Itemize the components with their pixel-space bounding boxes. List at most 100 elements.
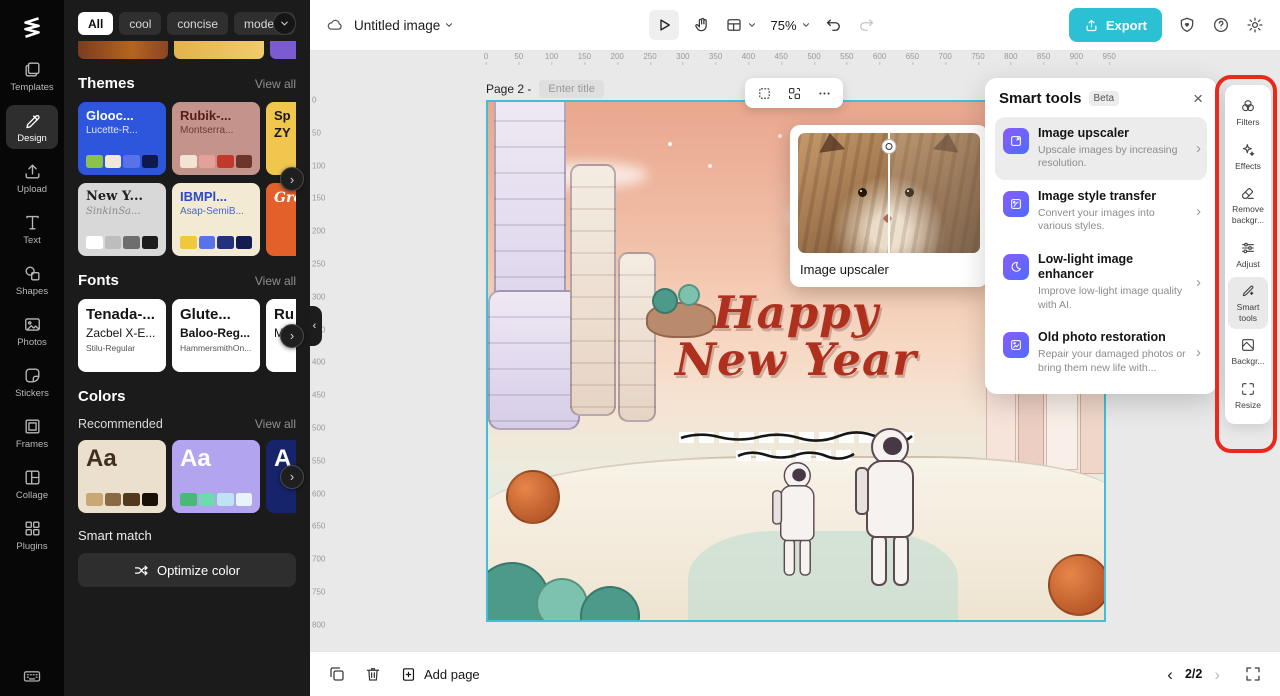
chip-cool[interactable]: cool <box>119 12 162 35</box>
pages-layout-button[interactable] <box>725 16 757 34</box>
smart-match-label: Smart match <box>78 528 152 543</box>
safety-shield-button[interactable] <box>1178 16 1196 34</box>
duplicate-page-button[interactable] <box>328 665 346 683</box>
smart-tool-title: Low-light image enhancer <box>1038 251 1134 282</box>
tool-effects[interactable]: Effects <box>1228 136 1268 178</box>
undo-button[interactable] <box>825 16 843 34</box>
document-title-button[interactable]: Untitled image <box>354 18 454 33</box>
illustration-path <box>688 531 958 620</box>
optimize-color-button[interactable]: Optimize color <box>78 553 296 587</box>
font-card-tenada[interactable]: Tenada-... Zacbel X-E... Stilu-Regular <box>78 299 166 372</box>
template-thumbnail[interactable] <box>174 41 264 59</box>
tool-remove-background[interactable]: Remove backgr... <box>1228 179 1268 231</box>
compare-handle-icon[interactable] <box>881 139 897 154</box>
upscaler-before-after-image[interactable] <box>798 133 980 253</box>
ruler-tick: 50 <box>514 52 524 65</box>
marquee-select-button[interactable] <box>751 81 777 105</box>
smart-tool-low-light-enhancer[interactable]: Low-light image enhancer Improve low-lig… <box>995 243 1207 322</box>
ruler-tick: 550 <box>840 52 854 65</box>
tool-resize[interactable]: Resize <box>1228 375 1268 417</box>
sidebar-item-design[interactable]: Design <box>6 105 58 149</box>
collage-icon <box>23 468 42 487</box>
theme-card-glooc[interactable]: Glooc... Lucette-R... <box>78 102 166 175</box>
font-card-glute[interactable]: Glute... Baloo-Reg... HammersmithOn... <box>172 299 260 372</box>
sidebar-item-photos[interactable]: Photos <box>6 309 58 353</box>
ruler-tick: 200 <box>610 52 624 65</box>
colors-next-button[interactable]: › <box>280 464 304 489</box>
export-button[interactable]: Export <box>1068 8 1162 42</box>
template-thumbnail[interactable] <box>78 41 168 59</box>
more-options-button[interactable] <box>811 81 837 105</box>
keyboard-shortcuts-button[interactable] <box>22 666 42 686</box>
tool-label: Filters <box>1236 117 1260 127</box>
color-sample-text: Aa <box>180 445 211 472</box>
theme-card-title: IBMPl... <box>180 190 227 204</box>
smart-tool-photo-restoration[interactable]: Old photo restoration Repair your damage… <box>995 321 1207 384</box>
zoom-control[interactable]: 75% <box>771 18 811 33</box>
palette-swatch <box>180 236 197 249</box>
illustration-stars <box>668 142 672 146</box>
struck-text-group[interactable] <box>488 431 1104 461</box>
fit-screen-button[interactable] <box>1244 665 1262 683</box>
tool-smart-tools[interactable]: Smart tools <box>1228 277 1268 330</box>
themes-view-all-link[interactable]: View all <box>255 77 296 91</box>
theme-card-rubik[interactable]: Rubik-... Montserra... <box>172 102 260 175</box>
sidebar-item-upload[interactable]: Upload <box>6 156 58 200</box>
next-page-button[interactable]: › <box>1214 666 1220 683</box>
tool-background[interactable]: Backgr... <box>1228 331 1268 373</box>
image-upscaler-preview-card[interactable]: Image upscaler <box>790 125 988 287</box>
smart-tool-desc: Convert your images into various styles. <box>1038 206 1155 233</box>
tool-filters[interactable]: Filters <box>1228 92 1268 134</box>
theme-card-partial[interactable]: Sp ZY <box>266 102 296 175</box>
color-card-beige[interactable]: Aa <box>78 440 166 513</box>
replace-button[interactable] <box>781 81 807 105</box>
font-sample: Stilu-Regular <box>86 343 136 353</box>
sidebar-item-shapes[interactable]: Shapes <box>6 258 58 302</box>
redo-button[interactable] <box>857 16 875 34</box>
template-thumbnail[interactable] <box>270 41 296 59</box>
sidebar-item-label: Frames <box>15 439 49 450</box>
top-toolbar: Untitled image 75% Export <box>310 0 1280 50</box>
theme-card-newy[interactable]: New Y... SinkinSa... <box>78 183 166 256</box>
preview-button[interactable] <box>648 10 679 40</box>
colors-title: Colors <box>78 388 126 405</box>
sidebar-item-frames[interactable]: Frames <box>6 411 58 455</box>
style-transfer-icon <box>1003 190 1029 217</box>
theme-card-partial[interactable]: Gro <box>266 183 296 256</box>
help-button[interactable] <box>1212 16 1230 34</box>
sidebar-item-collage[interactable]: Collage <box>6 462 58 506</box>
smart-tool-style-transfer[interactable]: Image style transfer Convert your images… <box>995 180 1207 243</box>
optimize-label: Optimize color <box>156 562 241 578</box>
smart-tool-image-upscaler[interactable]: Image upscaler Upscale images by increas… <box>995 117 1207 180</box>
themes-next-button[interactable]: › <box>280 167 304 191</box>
previous-page-button[interactable]: ‹ <box>1167 666 1173 683</box>
sidebar-item-stickers[interactable]: Stickers <box>6 360 58 404</box>
palette-swatch <box>86 236 103 249</box>
colors-view-all-link[interactable]: View all <box>255 417 296 431</box>
chip-all[interactable]: All <box>78 12 114 35</box>
sidebar-item-text[interactable]: Text <box>6 207 58 251</box>
design-panel: All cool concise modern Themes View all … <box>64 0 310 696</box>
panel-collapse-handle[interactable]: ‹ <box>310 306 322 346</box>
tool-adjust[interactable]: Adjust <box>1228 234 1268 276</box>
canvas-workspace[interactable]: 0 50 100 150 200 250 300 350 400 450 500 550 600 650 7… <box>310 50 1280 652</box>
fonts-view-all-link[interactable]: View all <box>255 274 296 288</box>
chips-expand-button[interactable] <box>273 12 296 35</box>
page-title-input[interactable]: Enter title <box>539 80 604 98</box>
settings-button[interactable] <box>1246 16 1264 34</box>
delete-page-button[interactable] <box>364 665 382 683</box>
sidebar-item-plugins[interactable]: Plugins <box>6 513 58 557</box>
palette-swatch <box>123 236 140 249</box>
pan-tool-button[interactable] <box>693 16 711 34</box>
tool-label: Smart tools <box>1236 302 1260 323</box>
add-page-button[interactable]: Add page <box>400 666 480 683</box>
app-logo[interactable] <box>15 10 49 44</box>
sidebar-item-templates[interactable]: Templates <box>6 54 58 98</box>
color-card-purple[interactable]: Aa <box>172 440 260 513</box>
theme-card-ibmpl[interactable]: IBMPl... Asap-SemiB... <box>172 183 260 256</box>
tool-label: Effects <box>1235 160 1261 171</box>
close-icon[interactable]: × <box>1193 90 1203 107</box>
chip-concise[interactable]: concise <box>167 12 229 35</box>
background-icon <box>1240 337 1256 353</box>
fonts-next-button[interactable]: › <box>280 323 304 348</box>
